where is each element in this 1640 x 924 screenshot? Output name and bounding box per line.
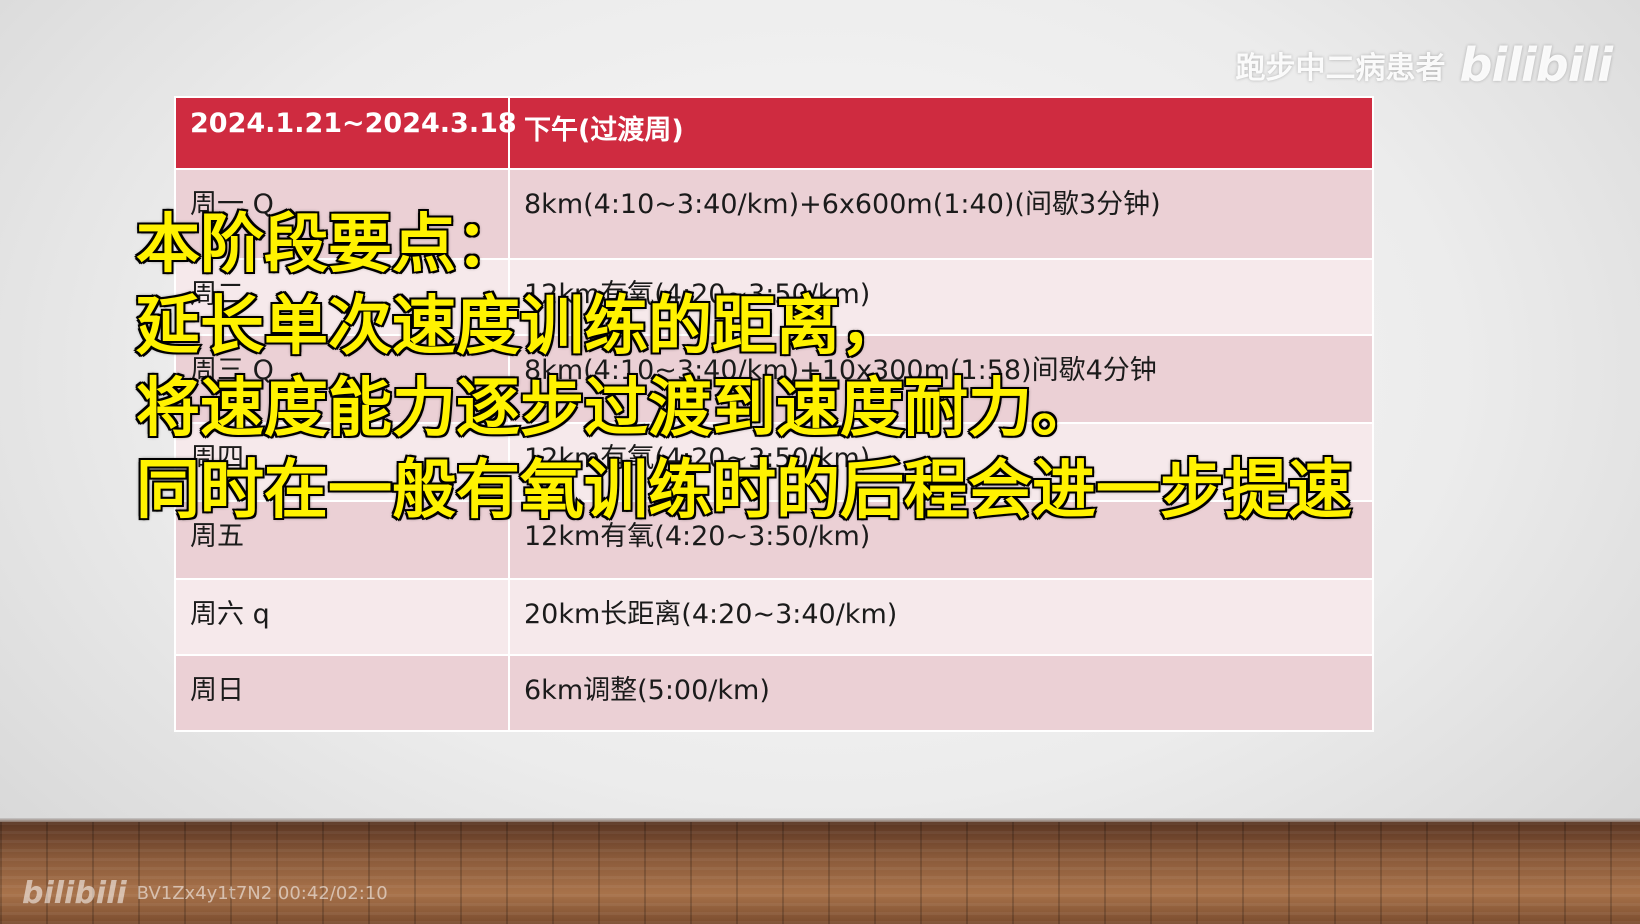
overlay-line: 同时在一般有氧训练时的后程会进一步提速 <box>135 453 1354 530</box>
header-date-range: 2024.1.21~2024.3.18 <box>174 96 517 170</box>
video-id-timestamp: BV1Zx4y1t7N2 00:42/02:10 <box>136 883 388 904</box>
table-header-row: 2024.1.21~2024.3.18 下午(过渡周) <box>174 96 1374 170</box>
bilibili-small-logo-icon: bilibili <box>22 876 127 911</box>
overlay-line: 本阶段要点： <box>135 207 522 284</box>
bilibili-logo-icon: bilibili <box>1459 38 1613 92</box>
table-row: 周日 6km调整(5:00/km) <box>174 654 1374 732</box>
plan-cell: 20km长距离(4:20~3:40/km) <box>508 578 1374 656</box>
table-row: 周六 q 20km长距离(4:20~3:40/km) <box>174 578 1374 656</box>
subtitle-overlay: 本阶段要点： 延长单次速度训练的距离， 将速度能力逐步过渡到速度耐力。 同时在一… <box>135 204 1616 532</box>
video-footer-watermark: bilibili BV1Zx4y1t7N2 00:42/02:10 <box>22 876 388 911</box>
day-cell: 周日 <box>174 654 510 732</box>
author-name: 跑步中二病患者 <box>1235 51 1446 86</box>
header-session: 下午(过渡周) <box>508 96 1374 170</box>
channel-watermark: 跑步中二病患者 bilibili <box>1235 38 1613 92</box>
plan-cell: 6km调整(5:00/km) <box>508 654 1374 732</box>
overlay-line: 延长单次速度训练的距离， <box>135 289 906 366</box>
day-cell: 周六 q <box>174 578 510 656</box>
overlay-line: 将速度能力逐步过渡到速度耐力。 <box>135 371 1098 448</box>
